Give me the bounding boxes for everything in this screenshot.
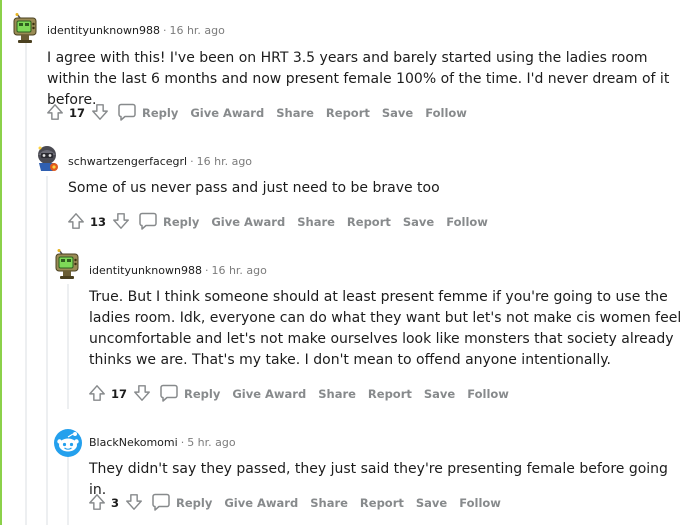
comment-author[interactable]: identityunknown988 <box>89 264 202 277</box>
comment-timestamp[interactable]: 16 hr. ago <box>211 264 266 277</box>
comment-meta: schwartzengerfacegrl · 16 hr. ago <box>68 155 252 168</box>
downvote-icon[interactable] <box>112 212 130 233</box>
save-button[interactable]: Save <box>424 387 455 401</box>
comment-timestamp[interactable]: 16 hr. ago <box>169 24 224 37</box>
comment-action-bar: 13 Reply Give Award Share Report Save Fo… <box>67 211 488 233</box>
report-button[interactable]: Report <box>326 106 370 120</box>
report-button[interactable]: Report <box>368 387 412 401</box>
tv-robot-avatar-icon[interactable] <box>11 13 41 43</box>
reply-button[interactable]: Reply <box>159 383 220 406</box>
armored-avatar-icon[interactable] <box>32 143 62 173</box>
meta-separator: · <box>180 436 185 449</box>
reply-label: Reply <box>176 496 213 510</box>
comment-bubble-icon <box>151 492 171 515</box>
thread-line-level-3b[interactable] <box>67 456 69 525</box>
save-button[interactable]: Save <box>382 106 413 120</box>
reply-button[interactable]: Reply <box>151 492 212 515</box>
comment-meta: identityunknown988 · 16 hr. ago <box>47 24 225 37</box>
comment-author[interactable]: identityunknown988 <box>47 24 160 37</box>
comment-body: Some of us never pass and just need to b… <box>68 180 440 196</box>
vote-score: 3 <box>111 496 120 510</box>
share-button[interactable]: Share <box>318 387 356 401</box>
thread-line-root[interactable] <box>0 0 2 525</box>
give-award-button[interactable]: Give Award <box>211 215 285 229</box>
share-button[interactable]: Share <box>276 106 314 120</box>
meta-separator: · <box>204 264 209 277</box>
comment-timestamp[interactable]: 16 hr. ago <box>197 155 252 168</box>
comment-action-bar: 3 Reply Give Award Share Report Save Fol… <box>88 492 501 514</box>
comment-bubble-icon <box>138 211 158 234</box>
share-button[interactable]: Share <box>297 215 335 229</box>
reply-label: Reply <box>184 387 221 401</box>
comment-action-bar: 17 Reply Give Award Share Report Save Fo… <box>88 383 509 405</box>
give-award-button[interactable]: Give Award <box>224 496 298 510</box>
comment-author[interactable]: BlackNekomomi <box>89 436 178 449</box>
snoo-default-avatar-icon[interactable] <box>53 428 83 458</box>
comment-author[interactable]: schwartzengerfacegrl <box>68 155 187 168</box>
reply-label: Reply <box>163 215 200 229</box>
follow-button[interactable]: Follow <box>459 496 501 510</box>
downvote-icon[interactable] <box>125 493 143 514</box>
comment-bubble-icon <box>117 102 137 125</box>
tv-robot-avatar-icon[interactable] <box>53 249 83 279</box>
reply-button[interactable]: Reply <box>138 211 199 234</box>
thread-line-level-1[interactable] <box>25 40 27 525</box>
reply-label: Reply <box>142 106 179 120</box>
comment-timestamp[interactable]: 5 hr. ago <box>187 436 235 449</box>
comment-action-bar: 17 Reply Give Award Share Report Save Fo… <box>46 102 467 124</box>
downvote-icon[interactable] <box>133 384 151 405</box>
follow-button[interactable]: Follow <box>467 387 509 401</box>
save-button[interactable]: Save <box>416 496 447 510</box>
follow-button[interactable]: Follow <box>446 215 488 229</box>
save-button[interactable]: Save <box>403 215 434 229</box>
upvote-icon[interactable] <box>67 212 85 233</box>
comment-body: True. But I think someone should at leas… <box>89 289 682 368</box>
thread-line-level-2[interactable] <box>46 176 48 525</box>
upvote-icon[interactable] <box>46 103 64 124</box>
follow-button[interactable]: Follow <box>425 106 467 120</box>
reply-button[interactable]: Reply <box>117 102 178 125</box>
upvote-icon[interactable] <box>88 493 106 514</box>
comment-bubble-icon <box>159 383 179 406</box>
meta-separator: · <box>190 155 194 168</box>
thread-line-level-3a[interactable] <box>67 284 69 409</box>
vote-score: 17 <box>111 387 128 401</box>
downvote-icon[interactable] <box>91 103 109 124</box>
comment-meta: identityunknown988 · 16 hr. ago <box>89 264 267 277</box>
vote-score: 13 <box>90 215 107 229</box>
give-award-button[interactable]: Give Award <box>232 387 306 401</box>
comment-meta: BlackNekomomi · 5 hr. ago <box>89 436 236 449</box>
give-award-button[interactable]: Give Award <box>190 106 264 120</box>
vote-score: 17 <box>69 106 86 120</box>
meta-separator: · <box>162 24 167 37</box>
upvote-icon[interactable] <box>88 384 106 405</box>
report-button[interactable]: Report <box>347 215 391 229</box>
share-button[interactable]: Share <box>310 496 348 510</box>
report-button[interactable]: Report <box>360 496 404 510</box>
